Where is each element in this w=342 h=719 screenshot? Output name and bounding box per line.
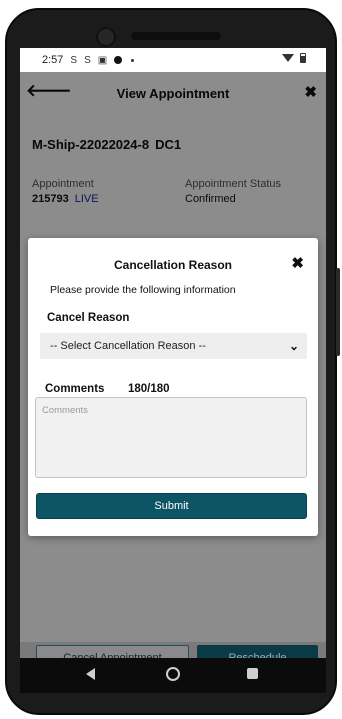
nav-home-icon[interactable] xyxy=(166,667,180,681)
earpiece-speaker xyxy=(131,32,221,40)
nav-back-icon[interactable] xyxy=(86,668,95,680)
phone-screen: 2:57 S S ▣ 🡐 View Appointment ✖ M-Ship-2… xyxy=(20,48,326,693)
s-icon: S xyxy=(70,54,78,66)
front-camera xyxy=(96,27,116,47)
status-right-icons xyxy=(282,53,306,63)
dialog-close-icon[interactable]: ✖ xyxy=(291,254,304,272)
side-button xyxy=(336,268,340,356)
status-bar: 2:57 S S ▣ xyxy=(20,48,326,72)
select-value: -- Select Cancellation Reason -- xyxy=(50,340,206,352)
android-nav-bar xyxy=(20,658,326,693)
comments-label: Comments xyxy=(45,383,105,395)
status-time: 2:57 xyxy=(42,54,64,66)
small-dot-icon xyxy=(131,58,135,62)
wifi-icon xyxy=(282,54,294,62)
teams-icon: ▣ xyxy=(97,54,108,66)
comments-field[interactable] xyxy=(35,397,307,478)
cancellation-dialog: Cancellation Reason ✖ Please provide the… xyxy=(28,238,318,536)
submit-button[interactable]: Submit xyxy=(36,493,307,519)
notification-dot-icon xyxy=(114,56,123,64)
nav-recents-icon[interactable] xyxy=(247,668,258,679)
app-content: 🡐 View Appointment ✖ M-Ship-22022024-8 DC… xyxy=(20,72,326,682)
chevron-down-icon: ⌄ xyxy=(288,339,299,353)
comments-counter: 180/180 xyxy=(128,383,170,395)
battery-icon xyxy=(300,53,306,63)
dialog-title: Cancellation Reason xyxy=(113,258,233,272)
dialog-instruction: Please provide the following information xyxy=(50,284,236,296)
cancel-reason-label: Cancel Reason xyxy=(47,312,130,324)
s-icon: S xyxy=(84,54,91,66)
cancellation-reason-select[interactable]: -- Select Cancellation Reason -- ⌄ xyxy=(40,333,307,359)
